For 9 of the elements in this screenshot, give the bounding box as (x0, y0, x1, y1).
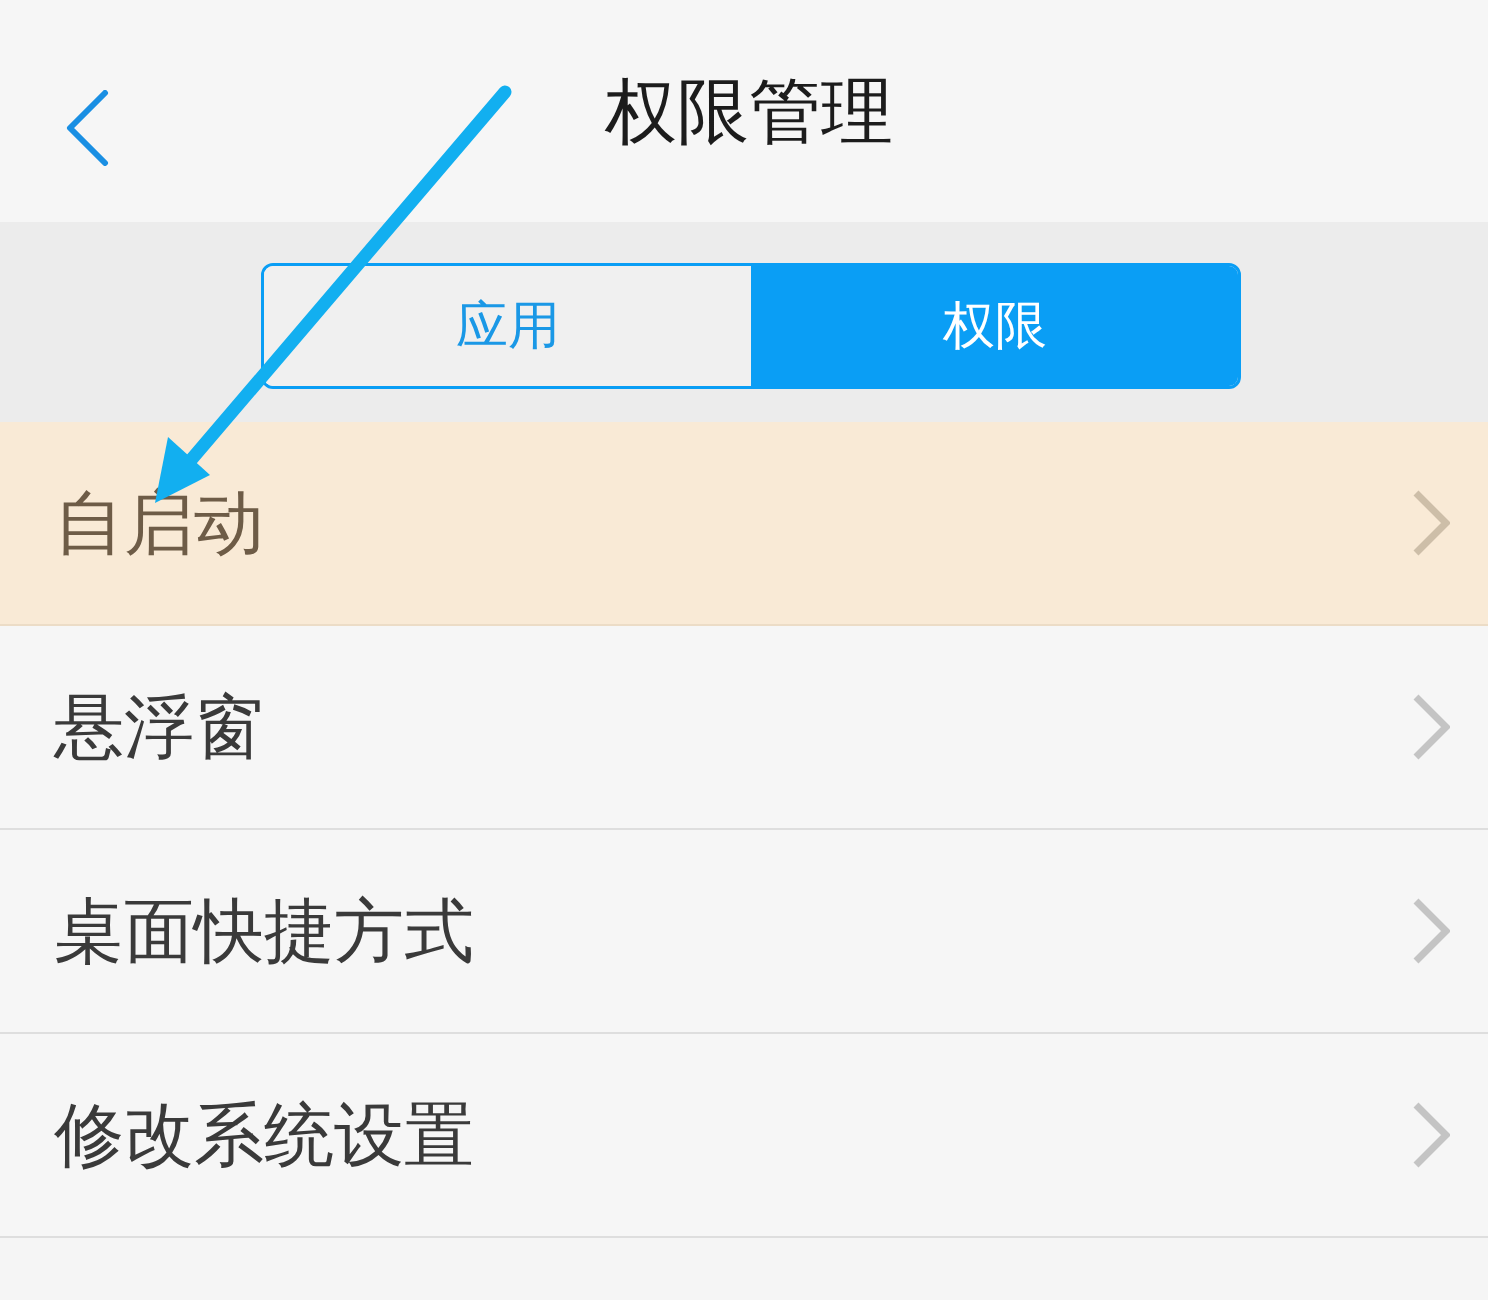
page-title: 权限管理 (605, 67, 893, 155)
row-label: 悬浮窗 (54, 685, 264, 769)
back-chevron-icon (65, 90, 109, 166)
row-label: 修改系统设置 (54, 1093, 474, 1177)
chevron-right-icon (1412, 897, 1450, 965)
chevron-right-icon (1412, 1101, 1450, 1169)
row-label: 桌面快捷方式 (54, 889, 474, 973)
chevron-right-icon (1412, 693, 1450, 761)
chevron-right-icon (1412, 489, 1450, 557)
